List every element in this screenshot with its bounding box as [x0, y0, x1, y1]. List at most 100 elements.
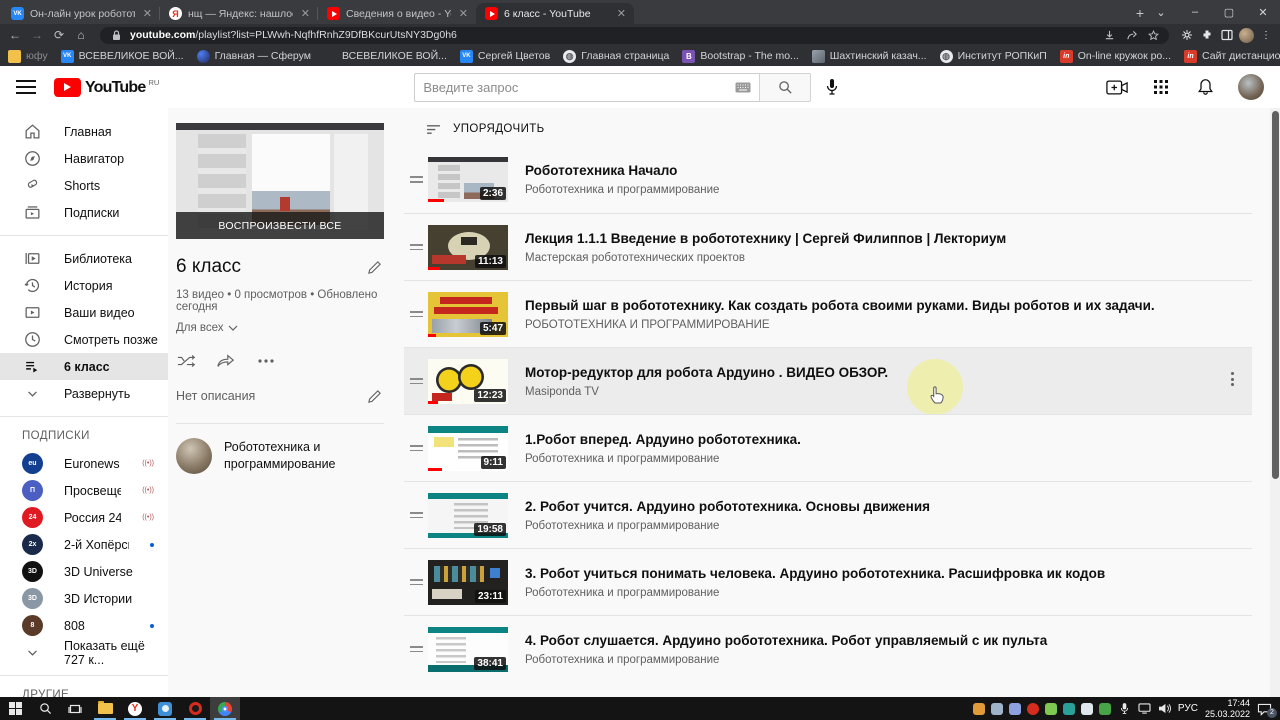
drag-handle-icon[interactable]: [404, 243, 428, 251]
task-view-icon[interactable]: [60, 697, 90, 720]
user-avatar[interactable]: [1238, 74, 1264, 100]
video-title[interactable]: 1.Робот вперед. Ардуино робототехника.: [525, 432, 1252, 447]
video-row[interactable]: 11:13 Лекция 1.1.1 Введение в робототехни…: [404, 213, 1252, 280]
browser-tab[interactable]: 6 класс - YouTube ✕: [476, 3, 634, 24]
url-text[interactable]: youtube.com/playlist?list=PLWwh-NqfhfRnh…: [130, 29, 1095, 41]
apps-grid-icon[interactable]: [1150, 76, 1172, 98]
scrollbar-thumb[interactable]: [1271, 111, 1279, 479]
video-row[interactable]: 38:41 4. Робот слушается. Ардуино роботот…: [404, 615, 1252, 682]
subscription-item[interactable]: 3D 3D Истории: [0, 585, 168, 612]
bookmark-item[interactable]: ◍ Главная страница: [563, 49, 669, 63]
video-title[interactable]: 2. Робот учится. Ардуино робототехника. …: [525, 499, 1252, 514]
home-icon[interactable]: ⌂: [72, 28, 90, 42]
tray-discord-icon[interactable]: [1008, 702, 1021, 715]
edit-description-pencil-icon[interactable]: [364, 386, 384, 406]
browser-tab[interactable]: VK Он-лайн урок робототехники ✕: [2, 3, 160, 24]
video-channel[interactable]: Masiponda TV: [525, 386, 1252, 398]
tab-close-icon[interactable]: ✕: [299, 7, 312, 20]
file-explorer-button[interactable]: [90, 697, 120, 720]
subscription-item[interactable]: 3D 3D Universe: [0, 558, 168, 585]
bookmark-item[interactable]: VK ВСЕВЕЛИКОЕ ВОЙ...: [60, 49, 184, 63]
subscription-item[interactable]: П Просвещение. По... ((•)): [0, 477, 168, 504]
video-row[interactable]: 9:11 1.Робот вперед. Ардуино робототехник…: [404, 414, 1252, 481]
video-row[interactable]: 23:11 3. Робот учиться понимать человека.…: [404, 548, 1252, 615]
chrome-button[interactable]: [210, 697, 240, 720]
video-thumbnail[interactable]: 2:36: [428, 157, 508, 202]
volume-icon[interactable]: [1158, 702, 1171, 715]
privacy-dropdown[interactable]: Для всех: [176, 322, 384, 334]
video-title[interactable]: Лекция 1.1.1 Введение в робототехнику | …: [525, 231, 1252, 246]
address-bar[interactable]: youtube.com/playlist?list=PLWwh-NqfhfRnh…: [100, 26, 1169, 44]
tray-leaf-app-icon[interactable]: [1098, 702, 1111, 715]
tray-antivirus-icon[interactable]: [1044, 702, 1057, 715]
bookmark-item[interactable]: in Сайт дистанционн...: [1184, 49, 1280, 63]
network-icon[interactable]: [1138, 702, 1151, 715]
share-page-icon[interactable]: [1123, 28, 1139, 42]
video-thumbnail[interactable]: 38:41: [428, 626, 508, 672]
drag-handle-icon[interactable]: [404, 511, 428, 519]
video-title[interactable]: Первый шаг в робототехнику. Как создать …: [525, 298, 1252, 313]
browser-tab[interactable]: Янщ — Яндекс: нашлось 53 тыс. ✕: [159, 3, 318, 24]
tray-recorder-icon[interactable]: [1026, 702, 1039, 715]
lock-icon[interactable]: [108, 28, 124, 42]
action-center-icon[interactable]: 2: [1257, 702, 1277, 718]
row-menu-icon[interactable]: [1224, 372, 1240, 386]
video-title[interactable]: 4. Робот слушается. Ардуино робототехник…: [525, 633, 1252, 648]
video-channel[interactable]: Робототехника и программирование: [525, 520, 1252, 532]
sidebar-item-6-класс[interactable]: 6 класс: [0, 353, 168, 380]
bookmark-item[interactable]: VK Сергей Цветов: [459, 49, 550, 63]
notifications-bell-icon[interactable]: [1194, 76, 1216, 98]
sidebar-item-библиотека[interactable]: Библиотека: [0, 245, 168, 272]
new-tab-button[interactable]: +: [1136, 5, 1144, 21]
subscription-item[interactable]: eu Euronews по-русс... ((•)): [0, 450, 168, 477]
search-button[interactable]: [759, 72, 812, 102]
sidebar-item-развернуть[interactable]: Развернуть: [0, 380, 168, 407]
video-title[interactable]: Мотор-редуктор для робота Ардуино . ВИДЕ…: [525, 365, 1252, 380]
sidebar-panel-icon[interactable]: [1219, 28, 1235, 42]
extensions-puzzle-icon[interactable]: [1199, 28, 1215, 42]
video-channel[interactable]: РОБОТОТЕХНИКА И ПРОГРАММИРОВАНИЕ: [525, 319, 1252, 331]
download-page-icon[interactable]: [1101, 28, 1117, 42]
search-input[interactable]: [423, 79, 736, 95]
subscription-item[interactable]: 24 Россия 24 ((•)): [0, 504, 168, 531]
extension-gear-icon[interactable]: [1179, 28, 1195, 42]
video-channel[interactable]: Робототехника и программирование: [525, 184, 1252, 196]
maximize-button[interactable]: ▢: [1212, 6, 1246, 19]
microphone-icon[interactable]: [1118, 702, 1131, 715]
video-thumbnail[interactable]: 12:23: [428, 358, 508, 404]
reload-icon[interactable]: ⟳: [50, 28, 68, 42]
menu-hamburger-icon[interactable]: [16, 80, 36, 94]
drag-handle-icon[interactable]: [404, 645, 428, 653]
sidebar-item-shorts[interactable]: Shorts: [0, 172, 168, 199]
tray-app-orange-icon[interactable]: [972, 702, 985, 715]
back-icon[interactable]: ←: [6, 28, 24, 42]
bookmark-item[interactable]: Главная — Сферум: [196, 49, 311, 63]
tray-gem-app-icon[interactable]: [1062, 702, 1075, 715]
playlist-owner[interactable]: Робототехника и программирование: [176, 423, 384, 474]
video-row[interactable]: 12:23 Мотор-редуктор для робота Ардуино .…: [404, 347, 1252, 415]
tab-close-icon[interactable]: ✕: [457, 7, 470, 20]
owner-avatar[interactable]: [176, 438, 212, 474]
subscription-item[interactable]: 2х 2-й Хопёрский ок...: [0, 531, 168, 558]
create-video-icon[interactable]: [1106, 76, 1128, 98]
clock[interactable]: 17:44 25.03.2022: [1205, 698, 1250, 720]
drag-handle-icon[interactable]: [404, 377, 428, 385]
tab-search-icon[interactable]: ⌄: [1144, 6, 1178, 19]
bookmark-item[interactable]: юфу: [8, 49, 48, 63]
drag-handle-icon[interactable]: [404, 176, 428, 183]
browser-menu-icon[interactable]: ⋮: [1258, 28, 1274, 42]
taskbar-search-icon[interactable]: [30, 697, 60, 720]
sidebar-item-главная[interactable]: Главная: [0, 118, 168, 145]
video-channel[interactable]: Мастерская робототехнических проектов: [525, 252, 1252, 264]
browser-profile-avatar[interactable]: [1239, 27, 1254, 43]
video-channel[interactable]: Робототехника и программирование: [525, 453, 1252, 465]
tray-feather-app-icon[interactable]: [1080, 702, 1093, 715]
sidebar-item-навигатор[interactable]: Навигатор: [0, 145, 168, 172]
start-button[interactable]: [0, 697, 30, 720]
subscription-item[interactable]: 8 808: [0, 612, 168, 639]
yandex-browser-button[interactable]: Y: [120, 697, 150, 720]
video-title[interactable]: 3. Робот учиться понимать человека. Арду…: [525, 566, 1252, 581]
video-row[interactable]: 5:47 Первый шаг в робототехнику. Как созд…: [404, 280, 1252, 347]
forward-icon[interactable]: →: [28, 28, 46, 42]
sidebar-item-история[interactable]: История: [0, 272, 168, 299]
